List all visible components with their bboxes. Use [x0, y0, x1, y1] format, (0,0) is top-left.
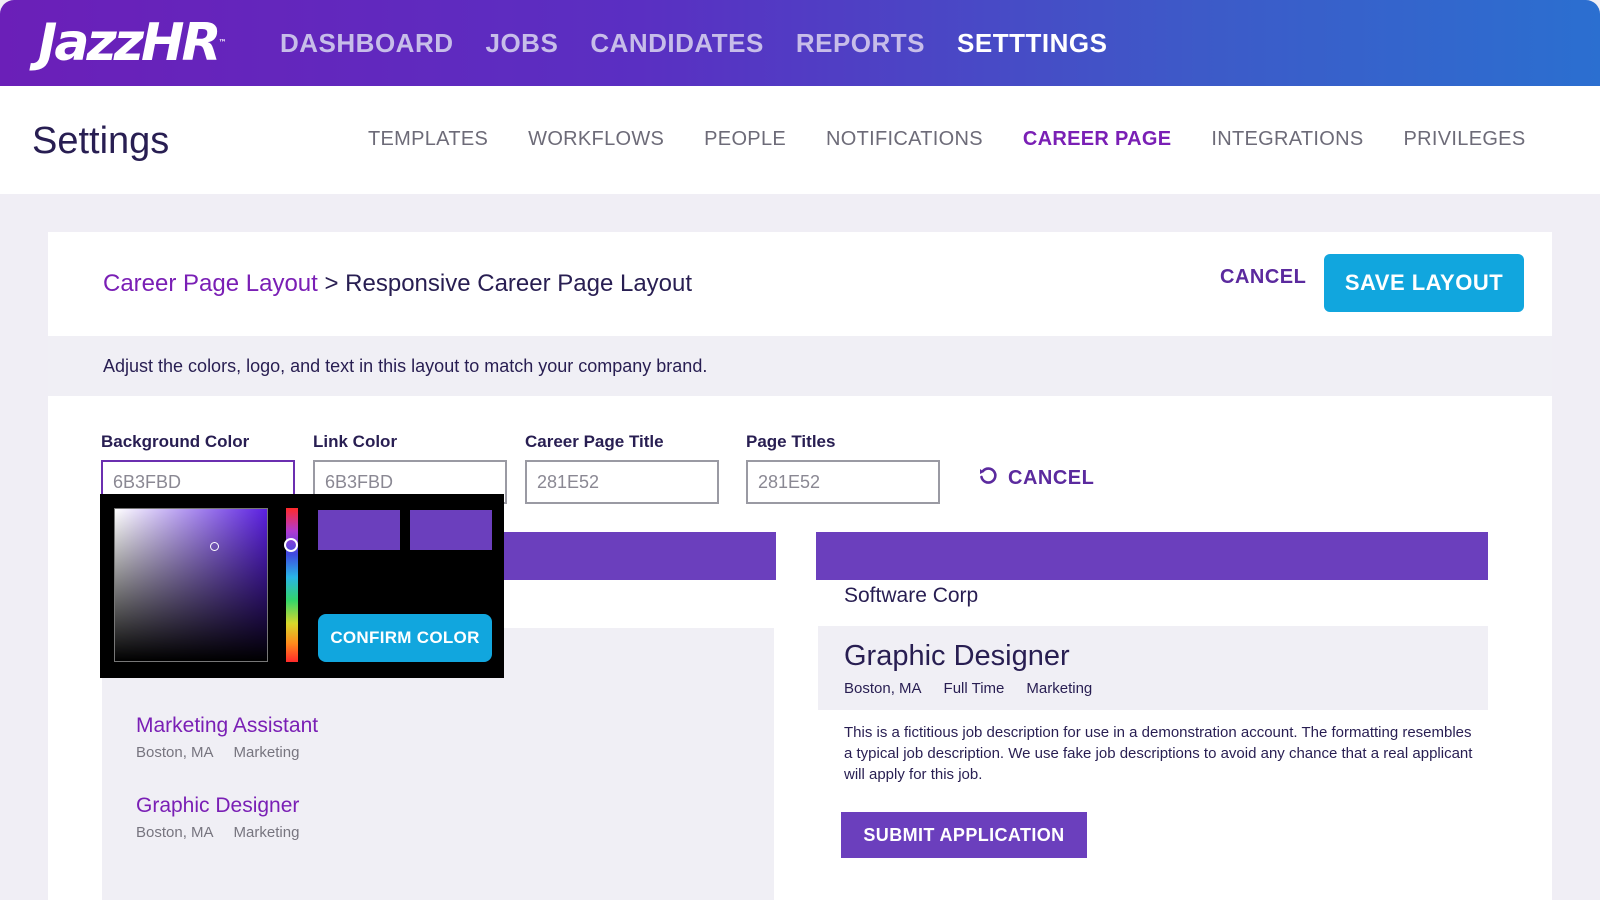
- job-location: Boston, MA: [136, 744, 214, 761]
- tab-career-page[interactable]: CAREER PAGE: [1023, 128, 1172, 151]
- undo-icon: [978, 466, 998, 491]
- job-detail-meta: Boston, MA Full Time Marketing: [844, 680, 1114, 697]
- page-titles-label: Page Titles: [746, 432, 836, 451]
- reset-cancel-label: CANCEL: [1008, 467, 1095, 489]
- list-item: Marketing Assistant Boston, MA Marketing: [136, 714, 319, 761]
- settings-tabs: TEMPLATES WORKFLOWS PEOPLE NOTIFICATIONS…: [368, 128, 1565, 151]
- breadcrumb: Career Page Layout > Responsive Career P…: [103, 270, 692, 298]
- breadcrumb-separator: >: [324, 270, 339, 297]
- job-meta: Boston, MA Marketing: [136, 824, 319, 841]
- save-layout-button[interactable]: SAVE LAYOUT: [1324, 254, 1524, 312]
- main-nav: DASHBOARD JOBS CANDIDATES REPORTS SETTTI…: [280, 28, 1139, 59]
- cancel-button[interactable]: CANCEL: [1220, 266, 1306, 289]
- page-titles-input[interactable]: 281E52: [746, 460, 940, 504]
- tab-workflows[interactable]: WORKFLOWS: [528, 128, 664, 151]
- job-detail-location: Boston, MA: [844, 680, 922, 697]
- logo-text: JazzHR: [38, 13, 222, 73]
- nav-dashboard[interactable]: DASHBOARD: [280, 28, 454, 59]
- background-color-label: Background Color: [101, 432, 250, 451]
- settings-header: Settings TEMPLATES WORKFLOWS PEOPLE NOTI…: [0, 86, 1600, 194]
- job-description: This is a fictitious job description for…: [844, 724, 1473, 783]
- breadcrumb-current: Responsive Career Page Layout: [345, 270, 693, 297]
- breadcrumb-parent-link[interactable]: Career Page Layout: [103, 270, 318, 297]
- reset-cancel-button[interactable]: CANCEL: [978, 466, 1094, 491]
- nav-candidates[interactable]: CANDIDATES: [590, 28, 764, 59]
- job-title-link[interactable]: Marketing Assistant: [136, 714, 319, 738]
- link-color-label: Link Color: [313, 432, 398, 451]
- current-color-swatch: [410, 510, 492, 550]
- new-color-swatch: [318, 510, 400, 550]
- hue-slider-handle[interactable]: [284, 538, 298, 552]
- tab-notifications[interactable]: NOTIFICATIONS: [826, 128, 983, 151]
- career-page-title-field: Career Page Title 281E52: [525, 432, 719, 504]
- list-item: Graphic Designer Boston, MA Marketing: [136, 794, 319, 841]
- job-detail-type: Full Time: [943, 680, 1005, 697]
- job-department: Marketing: [233, 824, 300, 841]
- saturation-value-area[interactable]: [114, 508, 268, 662]
- company-name: Software Corp: [844, 584, 979, 607]
- tab-integrations[interactable]: INTEGRATIONS: [1211, 128, 1363, 151]
- right-preview-header-bar: [816, 532, 1488, 580]
- logo-trademark: ™: [218, 38, 227, 47]
- color-picker-popover: CONFIRM COLOR: [100, 494, 504, 678]
- job-location: Boston, MA: [136, 824, 214, 841]
- hue-slider[interactable]: [286, 508, 298, 662]
- page-title: Settings: [32, 120, 170, 162]
- top-navigation-bar: JazzHR™ DASHBOARD JOBS CANDIDATES REPORT…: [0, 0, 1600, 86]
- hint-text: Adjust the colors, logo, and text in thi…: [103, 356, 708, 376]
- nav-reports[interactable]: REPORTS: [796, 28, 925, 59]
- nav-settings[interactable]: SETTTINGS: [957, 28, 1107, 59]
- job-detail-title: Graphic Designer: [844, 640, 1070, 672]
- job-detail-department: Marketing: [1026, 680, 1093, 697]
- job-meta: Boston, MA Marketing: [136, 744, 319, 761]
- page-titles-field: Page Titles 281E52: [746, 432, 940, 504]
- confirm-color-button[interactable]: CONFIRM COLOR: [318, 614, 492, 662]
- tab-privileges[interactable]: PRIVILEGES: [1404, 128, 1526, 151]
- tab-people[interactable]: PEOPLE: [704, 128, 786, 151]
- job-header: Graphic Designer Boston, MA Full Time Mark…: [818, 626, 1488, 710]
- saturation-handle[interactable]: [210, 542, 219, 551]
- tab-templates[interactable]: TEMPLATES: [368, 128, 488, 151]
- nav-jobs[interactable]: JOBS: [486, 28, 559, 59]
- job-department: Marketing: [233, 744, 300, 761]
- job-title-link[interactable]: Graphic Designer: [136, 794, 319, 818]
- career-page-title-input[interactable]: 281E52: [525, 460, 719, 504]
- hint-bar: Adjust the colors, logo, and text in thi…: [48, 336, 1552, 396]
- jazzhr-logo[interactable]: JazzHR™: [38, 14, 227, 72]
- submit-application-button[interactable]: SUBMIT APPLICATION: [841, 812, 1087, 858]
- career-page-title-label: Career Page Title: [525, 432, 664, 451]
